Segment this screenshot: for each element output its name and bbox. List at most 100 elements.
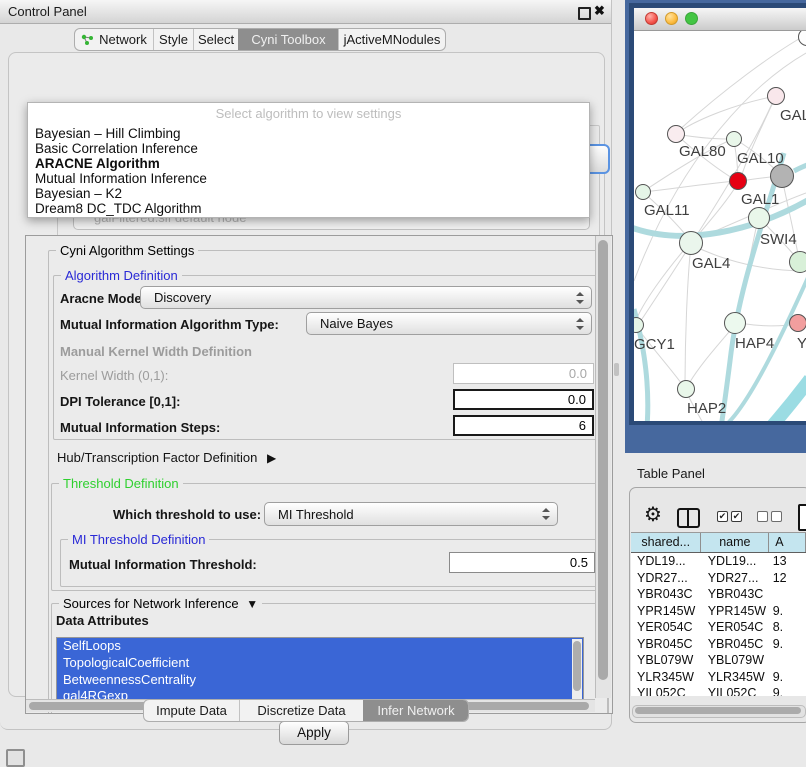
scrollbar-thumb[interactable] <box>573 641 581 691</box>
algorithm-option[interactable]: Dream8 DC_TDC Algorithm <box>28 201 589 216</box>
gear-icon[interactable]: ⚙ <box>644 505 662 525</box>
list-scrollbar[interactable] <box>572 639 582 705</box>
tab-impute-data[interactable]: Impute Data <box>144 700 239 721</box>
network-node-swi4[interactable] <box>748 207 770 229</box>
tab-select[interactable]: Select <box>193 29 238 50</box>
table-row[interactable]: YBR045CYBR045C9. <box>631 636 806 653</box>
scrollbar-thumb[interactable] <box>635 707 801 714</box>
aracne-mode-combobox[interactable]: Discovery <box>140 286 592 309</box>
tab-infer-network[interactable]: Infer Network <box>363 700 468 721</box>
column-header[interactable]: A <box>769 533 806 552</box>
tab-label: jActiveMNodules <box>344 32 441 47</box>
network-node-hap4[interactable] <box>724 312 746 334</box>
network-node-unlabeled-top[interactable] <box>798 31 806 46</box>
mi-steps-input[interactable]: 6 <box>453 415 594 436</box>
settings-vertical-scrollbar[interactable] <box>595 236 611 698</box>
table-cell: YDL19... <box>631 553 702 570</box>
table-cell: YLR345W <box>702 669 770 686</box>
network-node-hap2[interactable] <box>677 380 695 398</box>
pane-divider-handle[interactable] <box>614 363 619 376</box>
dpi-tolerance-input[interactable]: 0.0 <box>453 389 594 410</box>
network-nodes-layer: GALGAL80GAL10GAL1GAL11SWI4GAL4GCY1HAP4YH… <box>634 31 806 421</box>
table-cell <box>770 586 806 603</box>
table-cell: 9. <box>770 685 806 696</box>
close-traffic-light-icon[interactable] <box>645 12 658 25</box>
network-node-gal4[interactable] <box>679 231 703 255</box>
table-horizontal-scrollbar[interactable] <box>632 705 806 718</box>
corner-window-icon[interactable] <box>6 749 25 767</box>
mi-threshold-definition-group: MI Threshold Definition Mutual Informati… <box>60 539 602 587</box>
node-label-gal11: GAL11 <box>644 202 690 219</box>
table-row[interactable]: YIL052CYIL052C9. <box>631 685 806 696</box>
scrollbar-thumb[interactable] <box>598 240 608 680</box>
table-cell <box>770 652 806 669</box>
algorithm-option[interactable]: Bayesian – Hill Climbing <box>28 126 589 141</box>
minimize-traffic-light-icon[interactable] <box>665 12 678 25</box>
sources-expander[interactable]: Sources for Network Inference ▼ <box>59 596 262 611</box>
algorithm-option[interactable]: Basic Correlation Inference <box>28 141 589 156</box>
network-canvas[interactable]: GALGAL80GAL10GAL1GAL11SWI4GAL4GCY1HAP4YH… <box>634 31 806 421</box>
table-row[interactable]: YLR345WYLR345W9. <box>631 669 806 686</box>
tab-style[interactable]: Style <box>153 29 193 50</box>
select-all-checkbox-icon[interactable]: ✔ <box>731 511 742 522</box>
network-node-gal10[interactable] <box>726 131 742 147</box>
group-title: Sources for Network Inference <box>63 596 239 611</box>
columns-icon[interactable] <box>677 508 700 528</box>
node-label-hap2: HAP2 <box>687 400 726 417</box>
tab-jactivemnodules[interactable]: jActiveMNodules <box>338 29 445 50</box>
combobox-value: Discovery <box>141 287 591 309</box>
deselect-all-checkbox-icon[interactable] <box>757 511 768 522</box>
network-node-gal80[interactable] <box>667 125 685 143</box>
tab-label: Infer Network <box>377 703 454 718</box>
network-window[interactable]: GALGAL80GAL10GAL1GAL11SWI4GAL4GCY1HAP4YH… <box>629 3 806 425</box>
which-threshold-combobox[interactable]: MI Threshold <box>264 502 558 526</box>
select-all-checkbox-icon[interactable]: ✔ <box>717 511 728 522</box>
table-row[interactable]: YDR27...YDR27...12 <box>631 570 806 587</box>
zoom-traffic-light-icon[interactable] <box>685 12 698 25</box>
network-node-gal1[interactable] <box>729 172 747 190</box>
network-node-gal11[interactable] <box>635 184 651 200</box>
table-row[interactable]: YER054CYER054C8. <box>631 619 806 636</box>
network-node-unlabeled-salmon[interactable] <box>789 314 806 332</box>
network-window-titlebar[interactable] <box>634 8 806 31</box>
table-row[interactable]: YBR043CYBR043C <box>631 586 806 603</box>
expander-label: Hub/Transcription Factor Definition <box>57 450 257 465</box>
node-label-gal80: GAL80 <box>679 143 726 160</box>
table-row[interactable]: YDL19...YDL19...13 <box>631 553 806 570</box>
table-cell: 9. <box>770 669 806 686</box>
data-attribute-item[interactable]: TopologicalCoefficient <box>57 655 583 672</box>
column-header[interactable]: shared... <box>631 533 701 552</box>
deselect-all-checkbox-icon[interactable] <box>771 511 782 522</box>
float-window-icon[interactable] <box>578 7 591 20</box>
group-title: Algorithm Definition <box>61 268 182 283</box>
data-attribute-item[interactable]: BetweennessCentrality <box>57 672 583 689</box>
combobox-value: Naive Bayes <box>307 313 591 335</box>
table-row[interactable]: YBL079WYBL079W <box>631 652 806 669</box>
algorithm-option[interactable]: Mutual Information Inference <box>28 171 589 186</box>
mi-threshold-input[interactable]: 0.5 <box>449 552 595 573</box>
apply-button[interactable]: Apply <box>279 721 349 745</box>
hub-definition-expander[interactable]: Hub/Transcription Factor Definition ▶ <box>57 450 276 465</box>
new-table-icon[interactable] <box>798 504 806 531</box>
tab-discretize-data[interactable]: Discretize Data <box>239 700 363 721</box>
tab-cyni-toolbox[interactable]: Cyni Toolbox <box>238 29 338 50</box>
node-label-hap4: HAP4 <box>735 335 774 352</box>
node-label-gal1: GAL1 <box>741 191 779 208</box>
network-node-unlabeled-gray[interactable] <box>770 164 794 188</box>
algorithm-option[interactable]: Bayesian – K2 <box>28 186 589 201</box>
close-icon[interactable]: ✖ <box>594 3 605 19</box>
data-attribute-item[interactable]: SelfLoops <box>57 638 583 655</box>
table-row[interactable]: YPR145WYPR145W9. <box>631 603 806 620</box>
column-header[interactable]: name <box>701 533 769 552</box>
mi-steps-label: Mutual Information Steps: <box>60 420 220 435</box>
algorithm-option[interactable]: ARACNE Algorithm <box>28 156 589 171</box>
tab-network[interactable]: Network <box>75 29 153 50</box>
table-cell: YIL052C <box>702 685 770 696</box>
network-node-unlabeled-right[interactable] <box>789 251 806 273</box>
tab-label: Cyni Toolbox <box>251 32 325 47</box>
network-node-gal7[interactable] <box>767 87 785 105</box>
group-title: Threshold Definition <box>59 476 183 491</box>
mi-algorithm-type-combobox[interactable]: Naive Bayes <box>306 312 592 335</box>
network-node-gcy1[interactable] <box>634 317 644 333</box>
table-cell: YBL079W <box>702 652 770 669</box>
